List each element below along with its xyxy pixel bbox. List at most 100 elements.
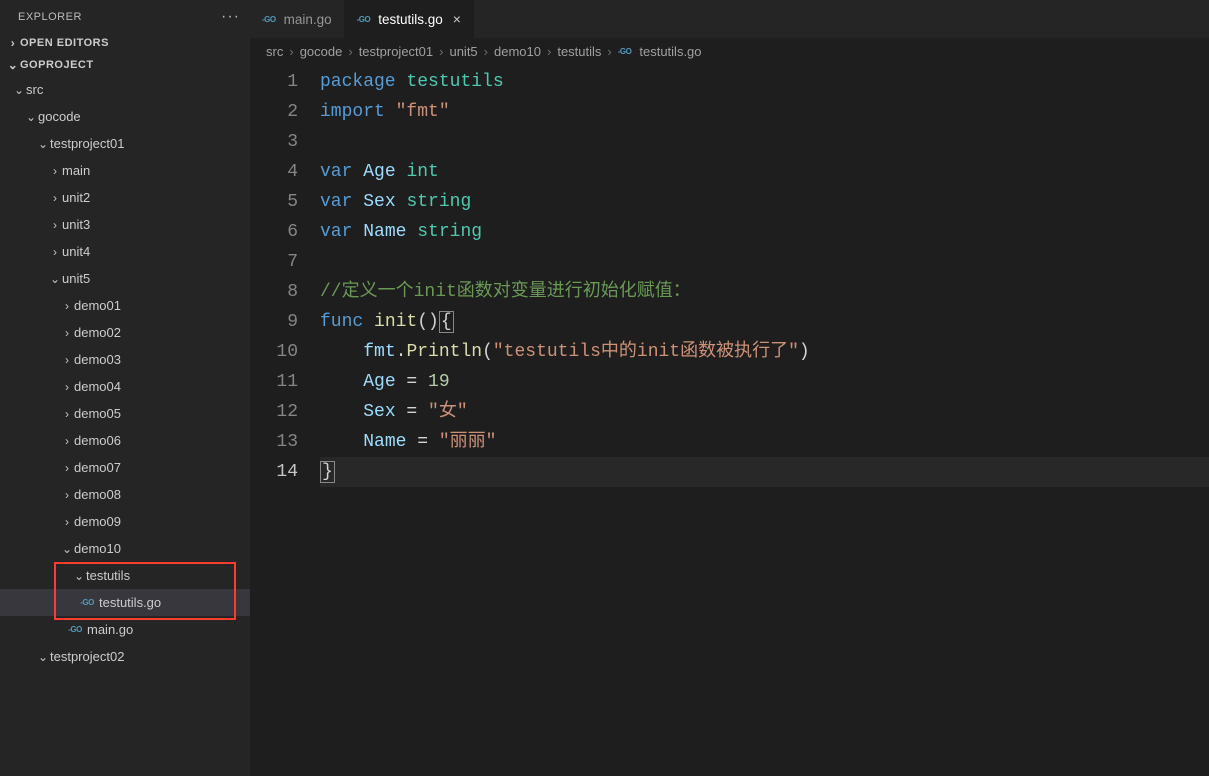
- chevron-right-icon: ›: [607, 44, 611, 59]
- folder-demo01[interactable]: ›demo01: [0, 292, 250, 319]
- folder-main[interactable]: ›main: [0, 157, 250, 184]
- crumb[interactable]: testutils: [557, 44, 601, 59]
- chevron-right-icon: ›: [6, 36, 20, 50]
- chevron-right-icon: ›: [60, 461, 74, 475]
- code-line: var Age int: [320, 157, 1209, 187]
- line-number: 11: [250, 367, 298, 397]
- code-line: import "fmt": [320, 97, 1209, 127]
- line-number: 4: [250, 157, 298, 187]
- chevron-right-icon: ›: [60, 299, 74, 313]
- chevron-right-icon: ›: [60, 488, 74, 502]
- chevron-right-icon: ›: [48, 191, 62, 205]
- code-line: Sex = "女": [320, 397, 1209, 427]
- chevron-down-icon: ⌄: [36, 137, 50, 151]
- line-number: 13: [250, 427, 298, 457]
- tab-label: main.go: [284, 12, 332, 27]
- chevron-down-icon: ⌄: [24, 110, 38, 124]
- editor-area: main.go testutils.go × src › gocode › test…: [250, 0, 1209, 776]
- folder-demo07[interactable]: ›demo07: [0, 454, 250, 481]
- chevron-right-icon: ›: [484, 44, 488, 59]
- chevron-down-icon: ⌄: [6, 58, 20, 72]
- close-icon[interactable]: ×: [449, 11, 461, 27]
- crumb[interactable]: src: [266, 44, 283, 59]
- chevron-right-icon: ›: [60, 326, 74, 340]
- line-number: 1: [250, 67, 298, 97]
- file-tree: ⌄src ⌄gocode ⌄testproject01 ›main ›unit2…: [0, 76, 250, 776]
- chevron-right-icon: ›: [60, 434, 74, 448]
- open-editors-section[interactable]: › OPEN EDITORS: [0, 32, 250, 54]
- folder-demo03[interactable]: ›demo03: [0, 346, 250, 373]
- chevron-right-icon: ›: [48, 164, 62, 178]
- code-line: func init(){: [320, 307, 1209, 337]
- crumb[interactable]: unit5: [449, 44, 477, 59]
- chevron-down-icon: ⌄: [12, 83, 26, 97]
- folder-demo08[interactable]: ›demo08: [0, 481, 250, 508]
- line-number: 2: [250, 97, 298, 127]
- line-number: 8: [250, 277, 298, 307]
- folder-unit3[interactable]: ›unit3: [0, 211, 250, 238]
- folder-demo02[interactable]: ›demo02: [0, 319, 250, 346]
- go-icon: [357, 15, 371, 24]
- folder-testutils[interactable]: ⌄testutils: [0, 562, 250, 589]
- line-number: 12: [250, 397, 298, 427]
- folder-unit4[interactable]: ›unit4: [0, 238, 250, 265]
- go-icon: [618, 47, 632, 56]
- explorer-title: EXPLORER: [18, 11, 82, 23]
- breadcrumbs: src› gocode› testproject01› unit5› demo1…: [250, 38, 1209, 65]
- tab-testutils-go[interactable]: testutils.go ×: [345, 0, 474, 38]
- chevron-right-icon: ›: [48, 245, 62, 259]
- chevron-down-icon: ⌄: [48, 272, 62, 286]
- explorer-sidebar: EXPLORER ··· › OPEN EDITORS ⌄ GOPROJECT …: [0, 0, 250, 776]
- file-testutils-go[interactable]: testutils.go: [0, 589, 250, 616]
- code-line: //定义一个init函数对变量进行初始化赋值：: [320, 277, 1209, 307]
- crumb[interactable]: demo10: [494, 44, 541, 59]
- tab-main-go[interactable]: main.go: [250, 0, 345, 38]
- file-main-go[interactable]: main.go: [0, 616, 250, 643]
- folder-demo05[interactable]: ›demo05: [0, 400, 250, 427]
- code-line: fmt.Println("testutils中的init函数被执行了"): [320, 337, 1209, 367]
- code-line: [320, 247, 1209, 277]
- folder-demo10[interactable]: ⌄demo10: [0, 535, 250, 562]
- line-number: 5: [250, 187, 298, 217]
- code-line: }: [320, 457, 1209, 487]
- project-section[interactable]: ⌄ GOPROJECT: [0, 54, 250, 76]
- chevron-right-icon: ›: [348, 44, 352, 59]
- code-line: [320, 127, 1209, 157]
- line-number: 9: [250, 307, 298, 337]
- go-icon: [262, 15, 276, 24]
- folder-demo06[interactable]: ›demo06: [0, 427, 250, 454]
- code-line: var Sex string: [320, 187, 1209, 217]
- line-number: 10: [250, 337, 298, 367]
- chevron-down-icon: ⌄: [60, 542, 74, 556]
- code-lines: package testutils import "fmt" var Age i…: [320, 67, 1209, 776]
- folder-src[interactable]: ⌄src: [0, 76, 250, 103]
- folder-demo04[interactable]: ›demo04: [0, 373, 250, 400]
- chevron-down-icon: ⌄: [72, 569, 86, 583]
- folder-testproject01[interactable]: ⌄testproject01: [0, 130, 250, 157]
- sidebar-header: EXPLORER ···: [0, 0, 250, 32]
- chevron-down-icon: ⌄: [36, 650, 50, 664]
- tab-bar: main.go testutils.go ×: [250, 0, 1209, 38]
- code-line: Name = "丽丽": [320, 427, 1209, 457]
- go-icon: [77, 598, 97, 607]
- code-line: Age = 19: [320, 367, 1209, 397]
- line-number: 7: [250, 247, 298, 277]
- folder-testproject02[interactable]: ⌄testproject02: [0, 643, 250, 670]
- chevron-right-icon: ›: [60, 353, 74, 367]
- chevron-right-icon: ›: [60, 407, 74, 421]
- folder-gocode[interactable]: ⌄gocode: [0, 103, 250, 130]
- line-number: 14: [250, 457, 298, 487]
- folder-demo09[interactable]: ›demo09: [0, 508, 250, 535]
- code-line: var Name string: [320, 217, 1209, 247]
- code-editor[interactable]: 1 2 3 4 5 6 7 8 9 10 11 12 13 14 package…: [250, 65, 1209, 776]
- folder-unit2[interactable]: ›unit2: [0, 184, 250, 211]
- more-icon[interactable]: ···: [221, 8, 240, 26]
- line-number: 3: [250, 127, 298, 157]
- crumb[interactable]: gocode: [300, 44, 343, 59]
- line-number: 6: [250, 217, 298, 247]
- open-editors-label: OPEN EDITORS: [20, 37, 109, 49]
- crumb[interactable]: testutils.go: [639, 44, 701, 59]
- project-label: GOPROJECT: [20, 59, 94, 71]
- crumb[interactable]: testproject01: [359, 44, 433, 59]
- folder-unit5[interactable]: ⌄unit5: [0, 265, 250, 292]
